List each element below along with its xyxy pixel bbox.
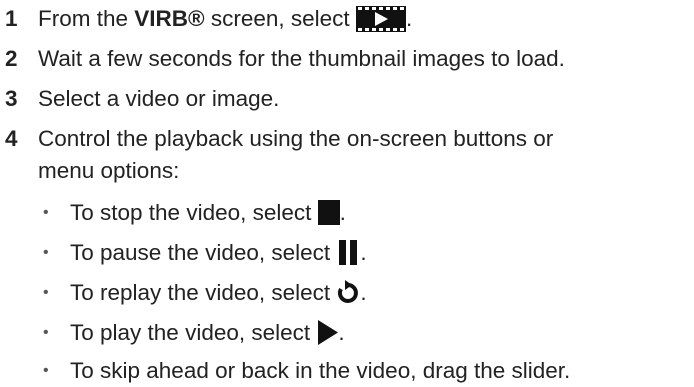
bullet-dot: •: [43, 324, 49, 341]
virb-label: VIRB®: [134, 6, 205, 31]
step-number: 4: [5, 126, 18, 151]
bullet-text: To skip ahead or back in the video, drag…: [70, 358, 571, 383]
step-text: Wait a few seconds for the thumbnail ima…: [38, 46, 565, 71]
pause-icon: [336, 238, 360, 270]
play-gallery-icon: [355, 4, 406, 36]
bullet-dot: •: [43, 244, 49, 261]
step-text: Control the playback using the on-screen…: [38, 126, 554, 151]
bullet-dot: •: [43, 204, 49, 221]
bullet-text: To play the video, select .: [70, 317, 345, 350]
step-text: From the VIRB® screen, select .: [38, 3, 412, 36]
play-icon: [316, 318, 339, 350]
step-number: 2: [5, 46, 18, 71]
replay-icon: [336, 278, 360, 310]
bullet-dot: •: [43, 362, 49, 379]
step-text: Select a video or image.: [38, 86, 280, 111]
bullet-text: To replay the video, select .: [70, 277, 367, 310]
step-text: menu options:: [38, 158, 180, 183]
step-number: 1: [5, 6, 18, 31]
bullet-text: To pause the video, select .: [70, 237, 367, 270]
bullet-dot: •: [43, 284, 49, 301]
bullet-text: To stop the video, select .: [70, 197, 346, 230]
stop-icon: [317, 198, 340, 230]
step-number: 3: [5, 86, 18, 111]
instruction-page: 1 From the VIRB® screen, select . 2 Wait…: [0, 0, 694, 387]
